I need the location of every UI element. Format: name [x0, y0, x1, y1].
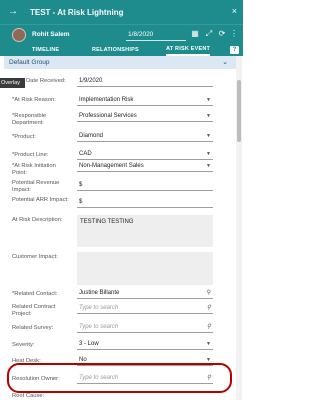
- label-responsible-department: *Responsible Department:: [12, 113, 47, 126]
- chevron-down-icon[interactable]: ⌄: [222, 56, 228, 69]
- label-severity: Severity:: [12, 342, 35, 348]
- dropdown-caret-icon: ▼: [206, 113, 211, 119]
- product-select[interactable]: Diamond ▼: [77, 131, 213, 142]
- label-potential-revenue: Potential Revenue Impact:: [12, 180, 60, 193]
- label-root-cause: Root Cause:: [12, 393, 45, 399]
- group-header[interactable]: Default Group ⌄: [4, 56, 236, 69]
- label-at-risk-reason: *At Risk Reason:: [12, 97, 56, 103]
- page-title: TEST - At Risk Lightning: [30, 7, 124, 17]
- related-survey-field[interactable]: Type to search ⚲: [77, 322, 213, 333]
- responsible-department-select[interactable]: Professional Services ▼: [77, 111, 213, 122]
- label-related-contract: Related Contract Project:: [12, 304, 56, 317]
- date-field[interactable]: 1/8/2020: [126, 29, 186, 41]
- avatar: [12, 27, 26, 42]
- label-product-line: *Product Line:: [12, 152, 49, 158]
- back-arrow-icon[interactable]: →: [8, 7, 18, 17]
- more-icon[interactable]: ⋮: [229, 28, 239, 40]
- calendar-icon[interactable]: ▦: [190, 28, 200, 40]
- dropdown-caret-icon: ▼: [206, 97, 211, 103]
- label-at-risk-description: At Risk Description:: [12, 217, 63, 223]
- label-related-contact: *Related Contact:: [12, 291, 58, 297]
- label-date-received: Date Received:: [26, 78, 66, 84]
- tab-relationships[interactable]: RELATIONSHIPS: [92, 47, 139, 53]
- product-line-select[interactable]: CAD ▼: [77, 149, 213, 160]
- potential-revenue-field[interactable]: $: [77, 180, 213, 191]
- expand-icon[interactable]: ⤢: [204, 28, 214, 40]
- label-initiation-point: *At Risk Initiation Point:: [12, 163, 56, 176]
- help-button[interactable]: ?: [230, 46, 239, 54]
- potential-arr-field[interactable]: $: [77, 197, 213, 208]
- related-contract-field[interactable]: Type to search ⚲: [77, 303, 213, 314]
- at-risk-description-textarea[interactable]: TESTING TESTING: [77, 215, 213, 247]
- tab-bar: TIMELINE RELATIONSHIPS AT RISK EVENT ?: [0, 44, 243, 56]
- scrollbar-thumb[interactable]: [237, 80, 241, 142]
- user-bar: Rohit Salem 1/8/2020 ▦ ⤢ ⟳ ⋮: [0, 24, 243, 44]
- dropdown-caret-icon: ▼: [206, 133, 211, 139]
- label-potential-arr: Potential ARR Impact:: [12, 197, 69, 203]
- label-customer-impact: Customer Impact:: [12, 254, 58, 260]
- tab-at-risk-event[interactable]: AT RISK EVENT: [166, 44, 211, 56]
- label-product: *Product:: [12, 134, 36, 140]
- search-icon[interactable]: ⚲: [207, 288, 211, 298]
- annotation-highlight: [7, 363, 232, 393]
- search-icon[interactable]: ⚲: [207, 303, 211, 313]
- title-bar: → TEST - At Risk Lightning ×: [0, 0, 243, 24]
- search-icon[interactable]: ⚲: [207, 322, 211, 332]
- close-icon[interactable]: ×: [232, 6, 237, 16]
- group-title: Default Group: [9, 59, 50, 66]
- refresh-icon[interactable]: ⟳: [217, 28, 227, 40]
- label-related-survey: Related Survey:: [12, 325, 54, 331]
- severity-select[interactable]: 3 - Low ▼: [77, 339, 213, 350]
- initiation-point-select[interactable]: Non-Management Sales ▼: [77, 161, 213, 172]
- dropdown-caret-icon: ▼: [206, 341, 211, 347]
- dropdown-caret-icon: ▼: [206, 151, 211, 157]
- customer-impact-textarea[interactable]: [77, 252, 213, 285]
- tab-timeline[interactable]: TIMELINE: [32, 47, 59, 53]
- scrollbar[interactable]: [236, 56, 242, 400]
- user-name: Rohit Salem: [32, 31, 70, 38]
- overlay-tag: Overlay: [0, 78, 25, 88]
- related-contact-field[interactable]: Justine Billante ⚲: [77, 288, 213, 299]
- at-risk-reason-select[interactable]: Implementation Risk ▼: [77, 95, 213, 106]
- date-received-field[interactable]: 1/9/2020: [77, 76, 213, 87]
- dropdown-caret-icon: ▼: [206, 163, 211, 169]
